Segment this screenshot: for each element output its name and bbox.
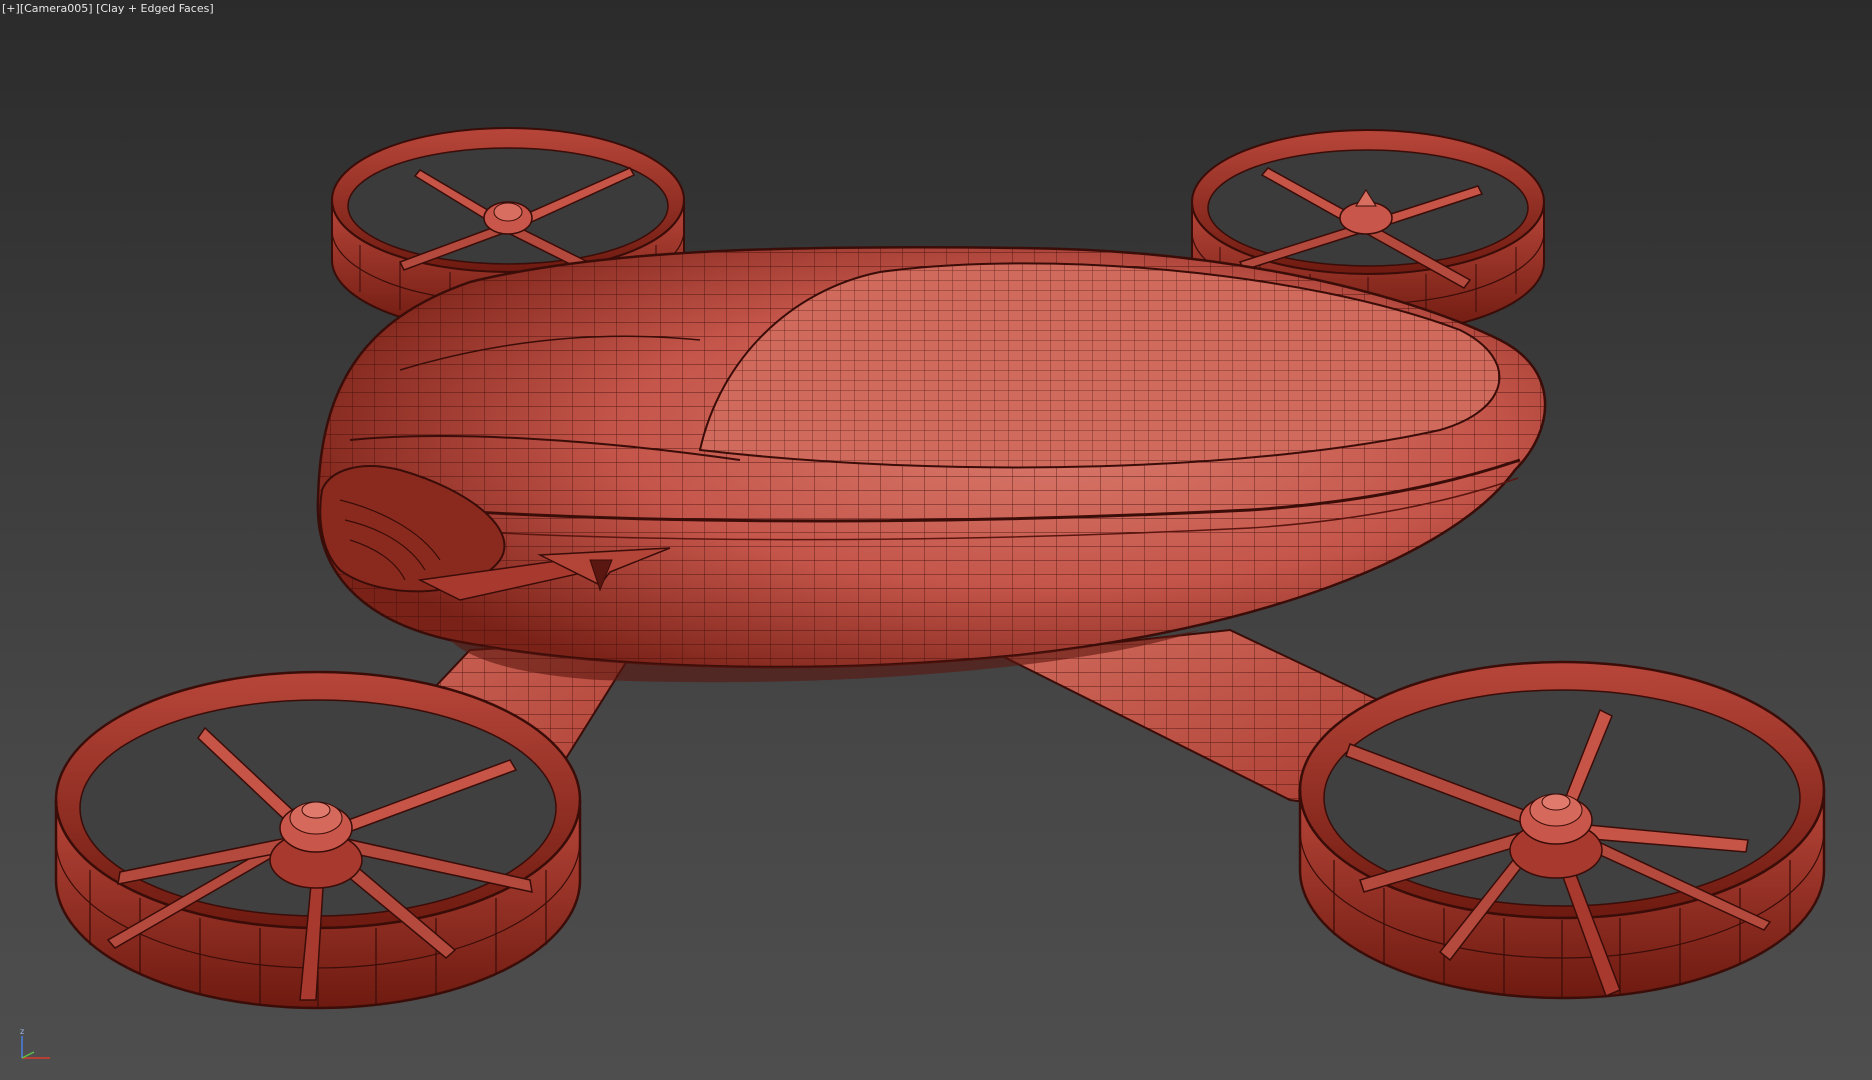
rotor-front-right[interactable] [1298,660,1826,1000]
viewport-shading-label[interactable]: [Clay + Edged Faces] [96,2,214,15]
viewport[interactable]: [+][Camera005] [Clay + Edged Faces] z [0,0,1872,1080]
rotor-front-left[interactable] [54,670,582,1010]
drone-model[interactable] [0,0,1872,1080]
viewport-camera-label[interactable]: [Camera005] [20,2,93,15]
viewport-menu-plus[interactable]: [+] [2,2,20,15]
y-axis-line [21,1051,35,1059]
z-axis-label: z [20,1027,24,1036]
viewport-label: [+][Camera005] [Clay + Edged Faces] [2,2,214,15]
fuselage[interactable] [316,246,1547,683]
axis-gizmo: z [20,1027,50,1059]
